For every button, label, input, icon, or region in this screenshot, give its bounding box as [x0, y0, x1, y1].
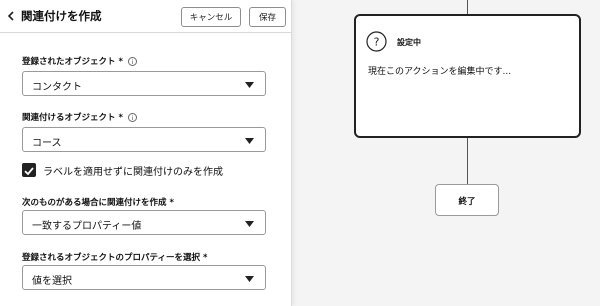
check-icon: [24, 167, 34, 176]
registered-object-select[interactable]: コンタクト: [22, 71, 266, 96]
action-status: 設定中: [397, 38, 421, 47]
end-node[interactable]: 終了: [435, 184, 499, 216]
caret-down-icon: [245, 138, 254, 144]
caret-down-icon: [245, 276, 254, 282]
condition-label-text: 次のものがある場合に関連付けを作成 *: [22, 198, 174, 208]
associated-object-select[interactable]: コース: [22, 127, 266, 152]
workflow-editor: 関連付けを作成 キャンセル 保存 登録されたオブジェクト * i コンタクト 関連…: [0, 0, 600, 306]
property-select[interactable]: 値を選択: [22, 265, 266, 290]
associated-object-label-text: 関連付けるオブジェクト *: [22, 113, 123, 123]
end-node-label: 終了: [458, 197, 476, 207]
action-message: 現在このアクションを編集中です...: [368, 67, 512, 77]
question-icon: ?: [366, 31, 387, 52]
cancel-button[interactable]: キャンセル: [181, 7, 241, 27]
property-placeholder: 値を選択: [32, 276, 72, 287]
condition-value: 一致するプロパティー値: [32, 221, 142, 232]
associated-object-label: 関連付けるオブジェクト * i: [22, 111, 137, 123]
associated-object-value: コース: [32, 138, 62, 149]
action-card[interactable]: ? 設定中 現在このアクションを編集中です...: [354, 14, 581, 138]
action-config-panel: 関連付けを作成 キャンセル 保存 登録されたオブジェクト * i コンタクト 関連…: [0, 0, 292, 306]
flow-connector: [467, 138, 468, 184]
association-only-checkbox[interactable]: [22, 163, 36, 177]
panel-title: 関連付けを作成: [21, 9, 102, 23]
registered-object-label: 登録されたオブジェクト * i: [22, 55, 137, 67]
info-icon[interactable]: i: [127, 57, 137, 66]
caret-down-icon: [245, 221, 254, 227]
flow-connector: [467, 0, 468, 15]
association-only-label[interactable]: ラベルを適用せずに関連付けのみを作成: [43, 163, 223, 178]
caret-down-icon: [245, 82, 254, 88]
registered-object-value: コンタクト: [32, 82, 82, 93]
property-label-text: 登録されるオブジェクトのプロパティーを選択 *: [22, 253, 208, 263]
condition-label: 次のものがある場合に関連付けを作成 *: [22, 196, 174, 208]
chevron-left-icon[interactable]: [5, 10, 17, 22]
save-button[interactable]: 保存: [249, 7, 286, 27]
info-icon[interactable]: i: [127, 113, 137, 122]
condition-select[interactable]: 一致するプロパティー値: [22, 210, 266, 235]
registered-object-label-text: 登録されたオブジェクト *: [22, 57, 123, 67]
property-label: 登録されるオブジェクトのプロパティーを選択 *: [22, 251, 207, 263]
panel-header: 関連付けを作成 キャンセル 保存: [0, 0, 292, 33]
svg-text:?: ?: [374, 36, 380, 49]
